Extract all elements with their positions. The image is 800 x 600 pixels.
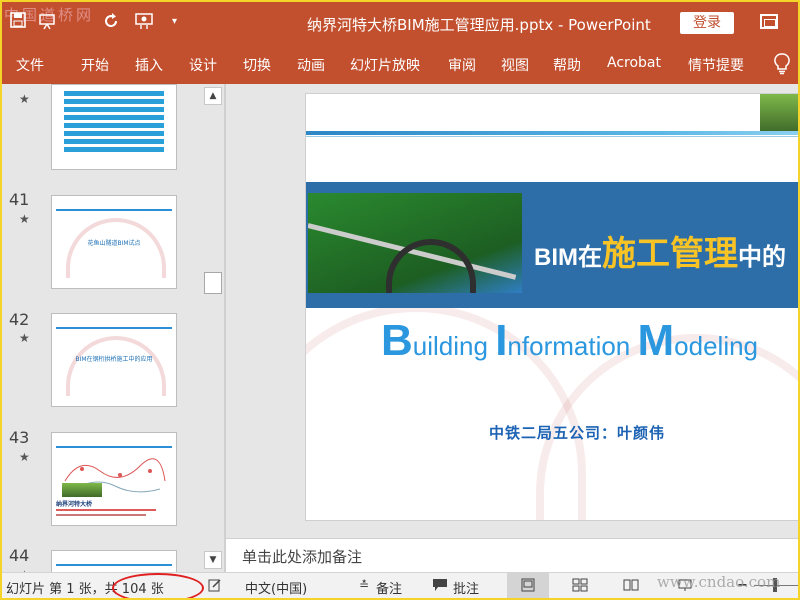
comments-icon[interactable]: [432, 578, 447, 592]
animation-star-icon: ★: [19, 212, 30, 226]
ribbon-tabs: 文件 开始 插入 设计 切换 动画 幻灯片放映 审阅 视图 帮助 Acrobat…: [2, 44, 798, 84]
bim-word-building: uilding: [412, 331, 496, 361]
slide-thumbnail-44[interactable]: [51, 550, 177, 572]
slide-thumbnail-41[interactable]: 花鱼山隧道BIM试点: [51, 195, 177, 289]
thumb-bridge-watermark: [66, 218, 166, 278]
thumb-header-line: [56, 327, 172, 329]
toc-bar: [64, 131, 164, 136]
animation-star-icon: ★: [19, 92, 30, 106]
thumb-header-line: [56, 446, 172, 448]
bridge-render-image: [308, 193, 522, 293]
thumb-title: BIM在钢桁拱桥施工中的应用: [75, 356, 153, 363]
toc-bar: [64, 123, 164, 128]
login-button[interactable]: 登录: [680, 12, 734, 34]
notes-icon[interactable]: ≛: [357, 578, 371, 592]
thumb-title: 花鱼山隧道BIM试点: [87, 240, 141, 247]
toc-bar: [64, 99, 164, 104]
start-slideshow-icon[interactable]: [37, 12, 57, 35]
author-line: 中铁二局五公司：叶颜伟: [489, 424, 666, 442]
normal-view-icon[interactable]: [521, 578, 535, 592]
tab-file[interactable]: 文件: [16, 55, 44, 75]
toc-bar: [64, 139, 164, 144]
bim-letter-m: M: [637, 316, 675, 365]
document-title: 纳界河特大桥BIM施工管理应用.pptx - PowerPoint: [307, 16, 651, 34]
slide-thumbnail-pane: ★ 41 ★ 花鱼山隧道BIM试点 42 ★ BIM在钢桁拱桥施工中的应用 43…: [2, 84, 224, 572]
banner-title: BIM在施工管理中的: [534, 226, 786, 275]
thumb-title: 纳界河特大桥: [56, 501, 93, 508]
tab-design[interactable]: 设计: [189, 55, 217, 75]
save-icon[interactable]: [10, 12, 26, 33]
scroll-down-arrow-icon[interactable]: ▼: [204, 551, 222, 569]
slide-number: 43: [9, 428, 30, 447]
annotation-circle: [112, 573, 204, 598]
tab-transitions[interactable]: 切换: [243, 55, 271, 75]
thumb-text-line: [56, 509, 156, 511]
powerpoint-window: 中国道桥网 ▾ 纳界河特大桥BIM施工管理应用.pptx - PowerPoin…: [2, 2, 798, 598]
slide-thumbnail-40[interactable]: [51, 84, 177, 170]
thumb-text-line: [56, 514, 146, 516]
slide-sorter-icon[interactable]: [572, 578, 588, 592]
animation-star-icon: ★: [19, 331, 30, 345]
present-from-current-icon[interactable]: [134, 12, 154, 35]
current-slide[interactable]: BIM在施工管理中的 Building Information Modeling…: [305, 93, 798, 521]
tab-review[interactable]: 审阅: [448, 55, 476, 75]
tab-slideshow[interactable]: 幻灯片放映: [350, 55, 420, 75]
tab-view[interactable]: 视图: [501, 55, 529, 75]
banner-title-highlight: 施工管理: [602, 235, 738, 273]
thumb-header-line: [56, 209, 172, 211]
header-rule: [306, 131, 798, 135]
site-watermark: www.cndao.com: [657, 573, 781, 591]
tell-me-bulb-icon[interactable]: [774, 53, 790, 75]
redo-icon[interactable]: [102, 12, 120, 35]
tab-insert[interactable]: 插入: [135, 55, 163, 75]
banner-title-prefix: BIM在: [534, 244, 602, 271]
thumb-bridge-watermark: [66, 336, 166, 396]
toc-bar: [64, 115, 164, 120]
header-rule-thin: [306, 136, 798, 137]
notes-pane[interactable]: 单击此处添加备注: [226, 538, 798, 572]
ribbon-display-options-icon[interactable]: [760, 14, 778, 29]
notes-toggle[interactable]: 备注: [376, 578, 402, 597]
scroll-up-arrow-icon[interactable]: ▲: [204, 87, 222, 105]
title-bar: 中国道桥网 ▾ 纳界河特大桥BIM施工管理应用.pptx - PowerPoin…: [2, 2, 798, 44]
toc-bar: [64, 107, 164, 112]
thumb-header-line: [56, 564, 172, 566]
tab-acrobat[interactable]: Acrobat: [607, 55, 661, 71]
tab-help[interactable]: 帮助: [553, 55, 581, 75]
slide-number: 44: [9, 546, 30, 565]
comments-toggle[interactable]: 批注: [453, 578, 479, 597]
slide-number: 42: [9, 310, 30, 329]
reading-view-icon[interactable]: [623, 578, 639, 592]
tab-home[interactable]: 开始: [81, 55, 109, 75]
tab-storyboarding[interactable]: 情节提要: [688, 55, 744, 75]
title-banner: BIM在施工管理中的: [306, 182, 798, 308]
animation-star-icon: ★: [19, 450, 30, 464]
slide-editor: BIM在施工管理中的 Building Information Modeling…: [226, 84, 798, 538]
slide-thumbnail-42[interactable]: BIM在钢桁拱桥施工中的应用: [51, 313, 177, 407]
toc-bar: [64, 147, 164, 152]
bim-word-information: nformation: [507, 331, 638, 361]
language-indicator[interactable]: 中文(中国): [245, 578, 307, 597]
toc-bar: [64, 91, 164, 96]
bim-word-modeling: odeling: [674, 331, 759, 361]
bim-letter-b: B: [381, 316, 413, 365]
customize-qat-icon[interactable]: ▾: [172, 12, 177, 32]
corner-photo: [760, 94, 798, 132]
slide-number: 41: [9, 190, 30, 209]
notes-placeholder[interactable]: 单击此处添加备注: [242, 546, 362, 567]
bim-full-name: Building Information Modeling: [381, 316, 758, 366]
scrollbar-thumb[interactable]: [204, 272, 222, 294]
spell-check-icon[interactable]: [208, 578, 222, 592]
thumbnail-scrollbar[interactable]: [204, 84, 222, 572]
slide-thumbnail-43[interactable]: 纳界河特大桥: [51, 432, 177, 526]
bim-letter-i: I: [495, 316, 508, 365]
banner-title-suffix: 中的: [738, 244, 786, 271]
tab-animations[interactable]: 动画: [297, 55, 325, 75]
thumb-photo: [62, 483, 102, 497]
